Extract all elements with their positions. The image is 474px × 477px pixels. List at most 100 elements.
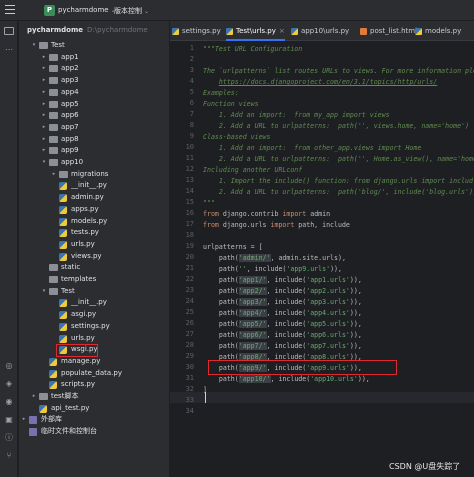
code-line[interactable]: path('app3/', include('app3.urls')), bbox=[203, 297, 362, 308]
line-number: 10 bbox=[185, 143, 194, 151]
code-line[interactable]: path('app10/', include('app10.urls')), bbox=[203, 374, 370, 385]
chevron-right-icon[interactable]: ▸ bbox=[21, 414, 27, 426]
tree-item-app5[interactable]: ▸ app5 bbox=[19, 99, 169, 111]
chevron-right-icon[interactable]: ▸ bbox=[41, 110, 47, 122]
chevron-down-icon[interactable]: ▾ bbox=[41, 286, 47, 298]
code-line[interactable]: https://docs.djangoproject.com/en/3.1/to… bbox=[203, 77, 437, 88]
tab-models-py[interactable]: models.py bbox=[415, 21, 461, 41]
chevron-right-icon[interactable]: ▸ bbox=[41, 134, 47, 146]
tree-item-scripts-py[interactable]: scripts.py bbox=[19, 379, 169, 391]
tree-item-app9[interactable]: ▸ app9 bbox=[19, 145, 169, 157]
project-switcher[interactable]: pycharmdome ⌄ bbox=[58, 6, 116, 14]
code-line[interactable]: Examples: bbox=[203, 88, 239, 99]
tree-item-static[interactable]: static bbox=[19, 262, 169, 274]
tab-app10-urls-py[interactable]: app10\urls.py bbox=[291, 21, 349, 41]
project-root[interactable]: pycharmdome D:\pycharmdome bbox=[27, 26, 148, 34]
tree-item-views-py[interactable]: views.py bbox=[19, 251, 169, 263]
tree-item-models-py[interactable]: models.py bbox=[19, 216, 169, 228]
git-icon[interactable]: ⑂ bbox=[4, 451, 14, 461]
chevron-right-icon[interactable]: ▸ bbox=[41, 122, 47, 134]
tree-item-app1[interactable]: ▸ app1 bbox=[19, 52, 169, 64]
tree-item-app3[interactable]: ▸ app3 bbox=[19, 75, 169, 87]
tree-item-migrations[interactable]: ▸ migrations bbox=[19, 169, 169, 181]
code-token: , include( bbox=[266, 342, 307, 350]
code-token: , include( bbox=[270, 375, 311, 383]
chevron-right-icon[interactable]: ▸ bbox=[41, 99, 47, 111]
tree-item-init-py[interactable]: __init__.py bbox=[19, 297, 169, 309]
tree-item-test[interactable]: ▾ Test bbox=[19, 286, 169, 298]
tree-item-urls-py[interactable]: urls.py bbox=[19, 333, 169, 345]
code-line[interactable]: 2. Add a URL to urlpatterns: path('', Ho… bbox=[203, 154, 474, 165]
chevron-right-icon[interactable]: ▸ bbox=[51, 169, 57, 181]
code-line[interactable]: path('', include('app9.urls')), bbox=[203, 264, 342, 275]
tree-item-app7[interactable]: ▸ app7 bbox=[19, 122, 169, 134]
problems-icon[interactable]: ⓘ bbox=[4, 433, 14, 443]
code-line[interactable]: 1. Add an import: from my_app import vie… bbox=[203, 110, 390, 121]
code-line[interactable]: Class-based views bbox=[203, 132, 271, 143]
close-icon[interactable]: × bbox=[279, 27, 285, 35]
chevron-right-icon[interactable]: ▸ bbox=[41, 63, 47, 75]
code-line[interactable]: """Test URL Configuration bbox=[203, 44, 302, 55]
tree-item-test[interactable]: ▾ Test bbox=[19, 40, 169, 52]
project-root-path: D:\pycharmdome bbox=[87, 26, 148, 34]
python-packages-icon[interactable]: ◎ bbox=[4, 361, 14, 371]
tree-item-apps-py[interactable]: apps.py bbox=[19, 204, 169, 216]
tab-settings-py[interactable]: settings.py bbox=[172, 21, 221, 41]
code-line[interactable]: path('app2/', include('app2.urls')), bbox=[203, 286, 362, 297]
chevron-right-icon[interactable]: ▸ bbox=[41, 145, 47, 157]
chevron-right-icon[interactable]: ▸ bbox=[41, 52, 47, 64]
tab-post-list-html[interactable]: post_list.html bbox=[360, 21, 417, 41]
tree-item-app6[interactable]: ▸ app6 bbox=[19, 110, 169, 122]
tree-item-asgi-py[interactable]: asgi.py bbox=[19, 309, 169, 321]
tree-item-urls-py[interactable]: urls.py bbox=[19, 239, 169, 251]
vcs-menu[interactable]: 版本控制 ⌄ bbox=[114, 6, 149, 16]
code-token: 'app5.urls' bbox=[306, 320, 350, 328]
services-icon[interactable]: ◉ bbox=[4, 397, 14, 407]
tree-item-app8[interactable]: ▸ app8 bbox=[19, 134, 169, 146]
terminal-icon[interactable]: ▣ bbox=[4, 415, 14, 425]
tree-item-templates[interactable]: templates bbox=[19, 274, 169, 286]
tree-item-app10[interactable]: ▾ app10 bbox=[19, 157, 169, 169]
chevron-right-icon[interactable]: ▸ bbox=[41, 75, 47, 87]
code-line[interactable]: path('app5/', include('app5.urls')), bbox=[203, 319, 362, 330]
code-line[interactable]: from django.urls import path, include bbox=[203, 220, 350, 231]
code-line[interactable]: from django.contrib import admin bbox=[203, 209, 330, 220]
project-tool-icon[interactable] bbox=[4, 27, 14, 35]
code-line[interactable]: """ bbox=[203, 198, 215, 209]
code-line[interactable]: 2. Add a URL to urlpatterns: path('', vi… bbox=[203, 121, 469, 132]
tree-item-admin-py[interactable]: admin.py bbox=[19, 192, 169, 204]
code-line[interactable]: urlpatterns = [ bbox=[203, 242, 263, 253]
tab-test-urls-py[interactable]: Test\urls.py × bbox=[226, 21, 285, 41]
tree-item-settings-py[interactable]: settings.py bbox=[19, 321, 169, 333]
code-line[interactable]: 1. Import the include() function: from d… bbox=[203, 176, 473, 187]
code-line[interactable]: path('app7/', include('app7.urls')), bbox=[203, 341, 362, 352]
tree-item-init-py[interactable]: __init__.py bbox=[19, 180, 169, 192]
code-line[interactable]: 2. Add a URL to urlpatterns: path('blog/… bbox=[203, 187, 474, 198]
python-console-icon[interactable]: ◈ bbox=[4, 379, 14, 389]
code-line[interactable]: Including another URLconf bbox=[203, 165, 302, 176]
main-menu-icon[interactable] bbox=[5, 5, 15, 15]
tree-item-populate-data-py[interactable]: populate_data.py bbox=[19, 368, 169, 380]
code-line[interactable]: path('app4/', include('app4.urls')), bbox=[203, 308, 362, 319]
chevron-right-icon[interactable]: ▸ bbox=[31, 391, 37, 403]
tree-item-app4[interactable]: ▸ app4 bbox=[19, 87, 169, 99]
code-line[interactable]: The `urlpatterns` list routes URLs to vi… bbox=[203, 66, 474, 77]
tree-item-[interactable]: ▸ 外部库 bbox=[19, 414, 169, 426]
code-line[interactable]: path('app1/', include('app1.urls')), bbox=[203, 275, 362, 286]
code-line[interactable]: path('app6/', include('app6.urls')), bbox=[203, 330, 362, 341]
tree-item-manage-py[interactable]: manage.py bbox=[19, 356, 169, 368]
chevron-down-icon[interactable]: ▾ bbox=[31, 40, 37, 52]
tree-item-tests-py[interactable]: tests.py bbox=[19, 227, 169, 239]
code-line[interactable]: path('admin/', admin.site.urls), bbox=[203, 253, 346, 264]
code-line[interactable]: 1. Add an import: from other_app.views i… bbox=[203, 143, 421, 154]
tree-item-label: 临时文件和控制台 bbox=[41, 427, 97, 436]
chevron-down-icon[interactable]: ▾ bbox=[41, 157, 47, 169]
chevron-right-icon[interactable]: ▸ bbox=[41, 87, 47, 99]
more-tools-icon[interactable]: ⋯ bbox=[4, 45, 14, 55]
tree-item-app2[interactable]: ▸ app2 bbox=[19, 63, 169, 75]
tree-item-[interactable]: 临时文件和控制台 bbox=[19, 426, 169, 438]
code-line[interactable]: Function views bbox=[203, 99, 259, 110]
tree-item-api-test-py[interactable]: api_test.py bbox=[19, 403, 169, 415]
tree-item-test[interactable]: ▸ test脚本 bbox=[19, 391, 169, 403]
line-number: 25 bbox=[185, 308, 194, 316]
